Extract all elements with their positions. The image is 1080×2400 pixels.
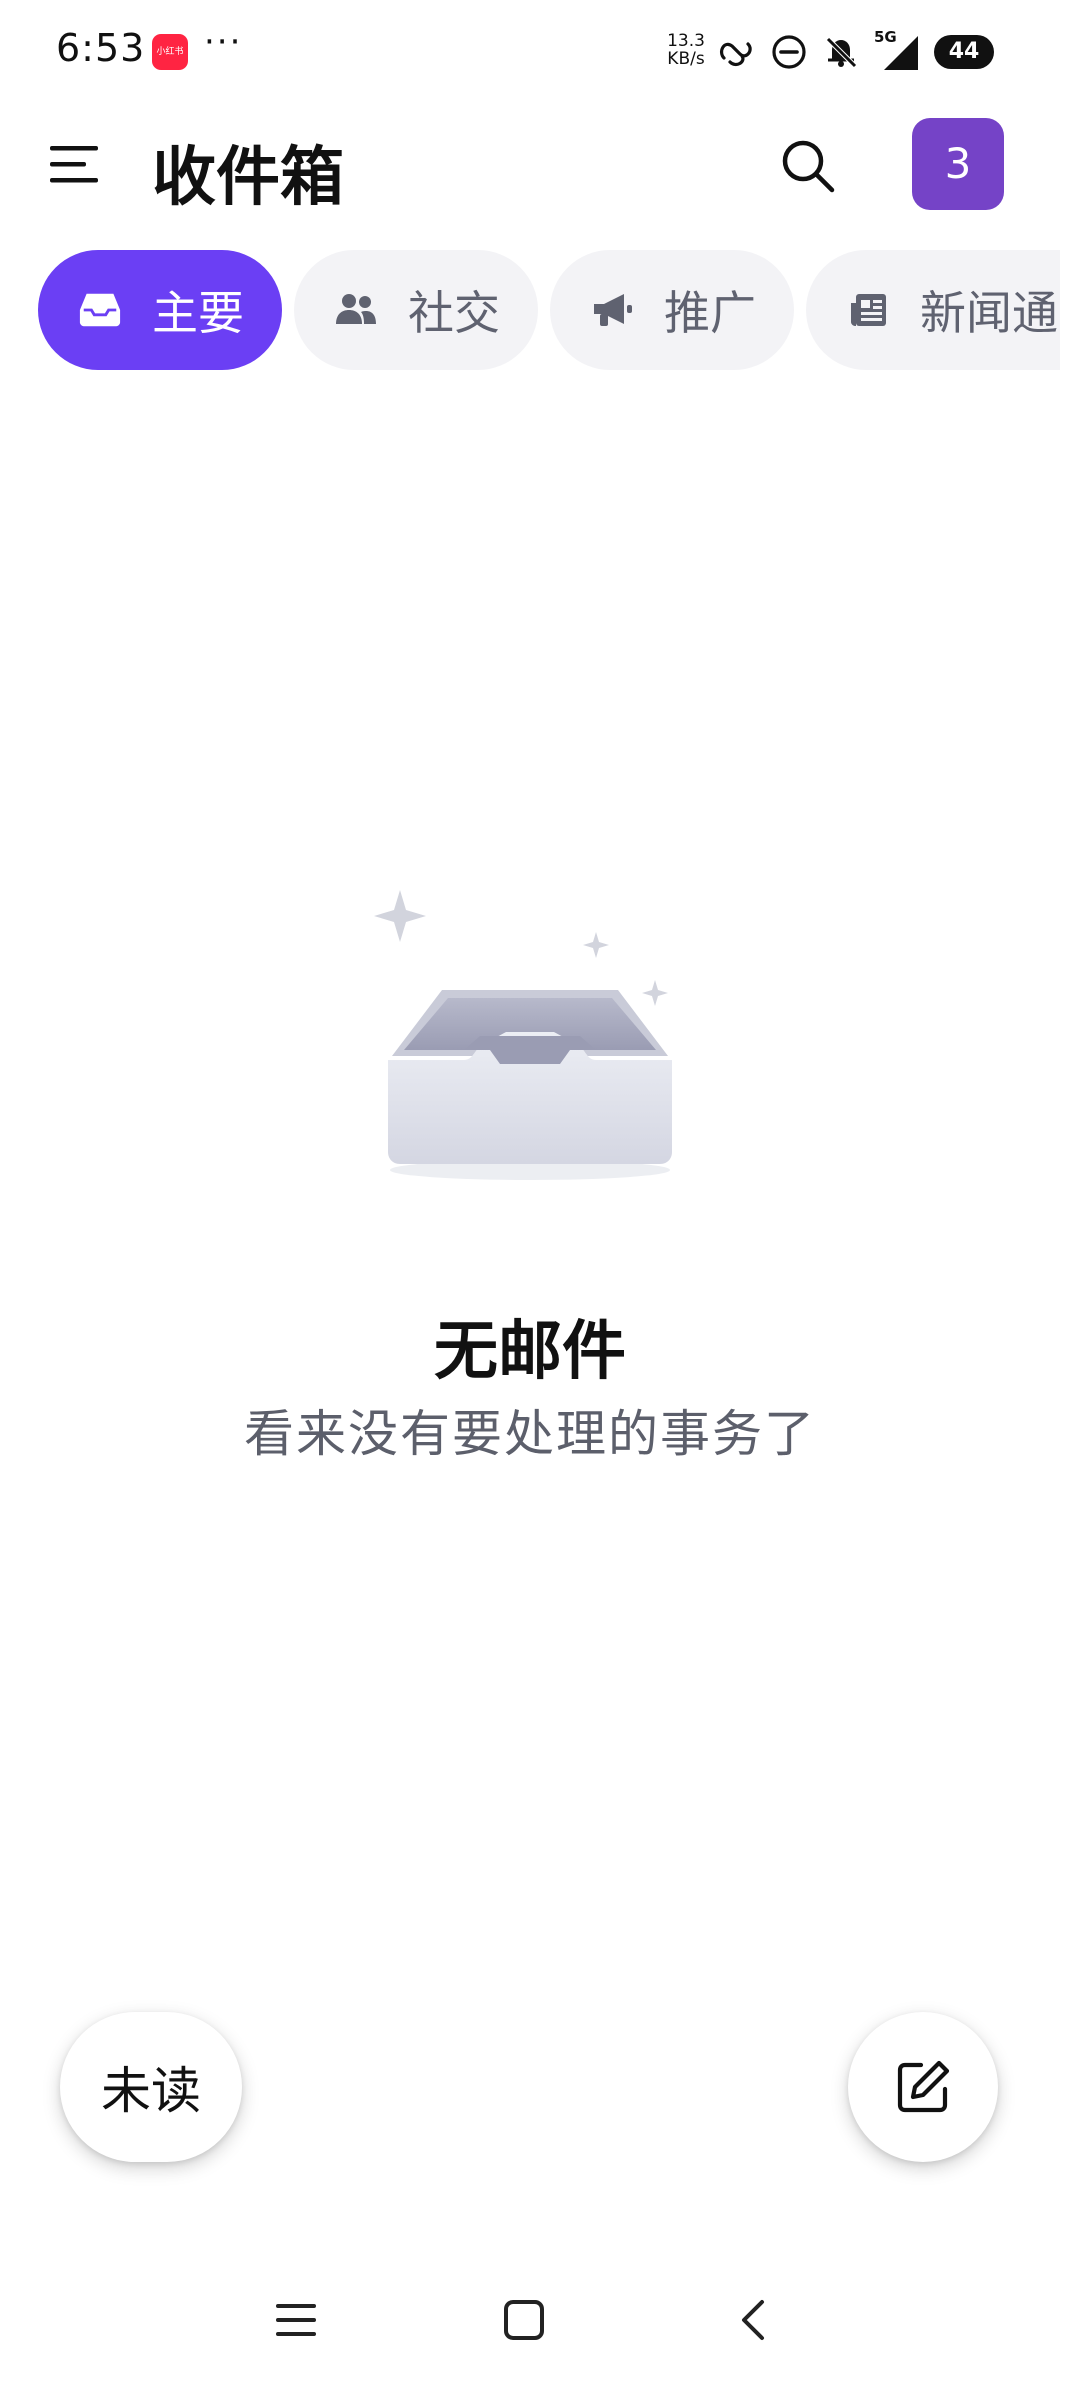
compose-button[interactable] [848, 2012, 998, 2162]
back-button[interactable] [714, 2280, 794, 2360]
unread-filter-label: 未读 [101, 2062, 201, 2120]
tab-newsletters-label: 新闻通 [920, 286, 1058, 340]
tab-primary-label: 主要 [152, 286, 244, 340]
network-speed-value: 13.3 [667, 31, 705, 51]
hamburger-menu-icon [50, 146, 98, 183]
empty-state-title: 无邮件 [434, 1315, 626, 1389]
status-time: 6:53 [56, 26, 146, 70]
more-notifications-icon: ··· [204, 22, 243, 62]
tab-promotions-label: 推广 [664, 286, 756, 340]
recents-icon [276, 2304, 316, 2336]
status-icons: 5G 44 [716, 28, 994, 76]
do-not-disturb-icon [770, 33, 808, 71]
inbox-icon [78, 288, 122, 332]
search-button[interactable] [774, 132, 842, 200]
app-header: 收件箱 3 [0, 104, 1080, 228]
back-icon [742, 2300, 764, 2340]
tab-primary[interactable]: 主要 [38, 250, 282, 370]
recent-apps-button[interactable] [256, 2280, 336, 2360]
muted-bell-icon [822, 33, 860, 71]
tab-social[interactable]: 社交 [294, 250, 538, 370]
search-icon [782, 140, 835, 193]
empty-state-subtitle: 看来没有要处理的事务了 [244, 1405, 816, 1463]
system-nav-bar [0, 2240, 1080, 2400]
category-tabs: 主要 社交 推广 新闻通 [0, 250, 1060, 370]
network-speed: 13.3 KB/s [660, 32, 712, 68]
tab-newsletters[interactable]: 新闻通 [806, 250, 1060, 370]
battery-indicator: 44 [934, 35, 994, 69]
network-speed-unit: KB/s [667, 49, 705, 69]
home-button[interactable] [484, 2280, 564, 2360]
xiaohongshu-app-icon: 小红书 [152, 34, 188, 70]
hotspot-icon [716, 32, 756, 72]
menu-button[interactable] [44, 134, 104, 194]
unread-filter-button[interactable]: 未读 [60, 2012, 242, 2162]
account-switcher-button[interactable]: 3 [912, 118, 1004, 210]
page-title: 收件箱 [152, 141, 344, 215]
signal-5g-icon: 5G [874, 28, 920, 72]
empty-tray-illustration [360, 890, 700, 1190]
home-icon [504, 2300, 544, 2340]
compose-icon [897, 2060, 950, 2113]
people-icon [334, 288, 378, 332]
newspaper-icon [846, 288, 890, 332]
status-bar: 6:53 小红书 ··· 13.3 KB/s 5G 44 [0, 0, 1080, 104]
megaphone-icon [590, 288, 634, 332]
tab-social-label: 社交 [408, 286, 500, 340]
tab-promotions[interactable]: 推广 [550, 250, 794, 370]
